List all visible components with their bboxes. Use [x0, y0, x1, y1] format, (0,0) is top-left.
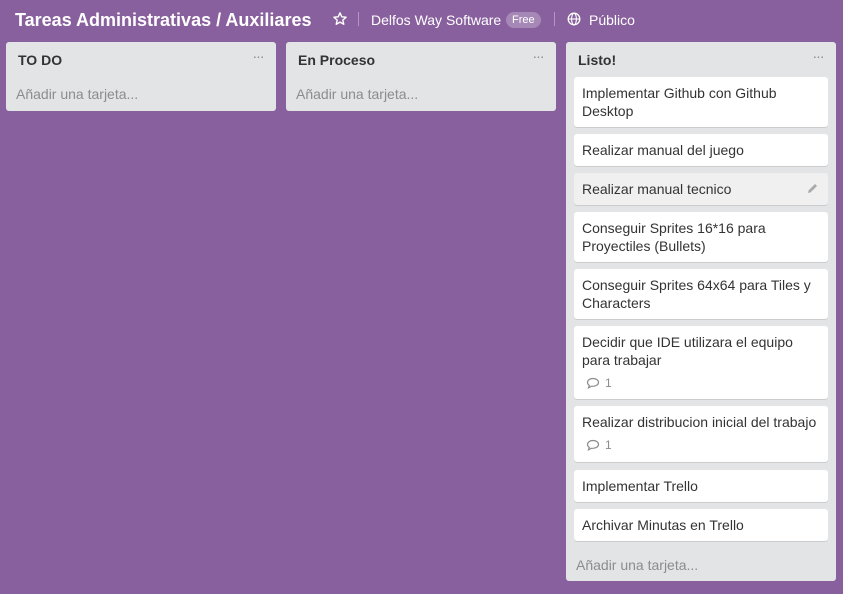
list-card[interactable]: Realizar manual del juego	[574, 134, 828, 166]
pencil-icon[interactable]	[807, 183, 818, 194]
team-name-link[interactable]: Delfos Way Software	[371, 11, 501, 29]
ellipsis-icon[interactable]: ···	[250, 49, 266, 65]
ellipsis-icon[interactable]: ···	[530, 49, 546, 65]
card-title: Implementar Github con Github Desktop	[582, 85, 777, 119]
comment-icon	[586, 377, 600, 389]
comment-count: 1	[605, 376, 612, 390]
card-title: Realizar manual del juego	[582, 142, 744, 158]
add-card-button[interactable]: Añadir una tarjeta...	[16, 86, 138, 102]
list-header: Listo! ···	[566, 42, 836, 76]
globe-icon[interactable]	[567, 12, 581, 26]
card-title: Realizar distribucion inicial del trabaj…	[582, 414, 817, 430]
list-todo: TO DO ··· Añadir una tarjeta...	[6, 42, 276, 111]
list-card[interactable]: Conseguir Sprites 64x64 para Tiles y Cha…	[574, 269, 828, 319]
list-card[interactable]: Realizar manual tecnico	[574, 173, 828, 205]
list-en-proceso: En Proceso ··· Añadir una tarjeta...	[286, 42, 556, 111]
board-header: Tareas Administrativas / Auxiliares Delf…	[0, 0, 843, 40]
star-icon[interactable]	[332, 11, 348, 27]
card-title: Realizar manual tecnico	[582, 181, 732, 197]
card-title: Decidir que IDE utilizara el equipo para…	[582, 334, 793, 368]
list-card[interactable]: Implementar Trello	[574, 470, 828, 502]
add-card-button[interactable]: Añadir una tarjeta...	[296, 86, 418, 102]
card-title: Archivar Minutas en Trello	[582, 517, 744, 533]
add-card-button[interactable]: Añadir una tarjeta...	[576, 557, 698, 573]
list-card[interactable]: Archivar Minutas en Trello	[574, 509, 828, 541]
comment-count: 1	[605, 438, 612, 452]
list-title[interactable]: En Proceso	[298, 52, 375, 68]
list-card[interactable]: Implementar Github con Github Desktop	[574, 77, 828, 127]
comment-icon	[586, 439, 600, 451]
ellipsis-icon[interactable]: ···	[810, 49, 826, 65]
list-title[interactable]: Listo!	[578, 52, 616, 68]
list-listo: Listo! ··· Implementar Github con Github…	[566, 42, 836, 581]
list-card[interactable]: Realizar distribucion inicial del trabaj…	[574, 406, 828, 462]
card-title: Conseguir Sprites 64x64 para Tiles y Cha…	[582, 277, 811, 311]
plan-badge: Free	[506, 12, 541, 28]
list-header: TO DO ···	[6, 42, 276, 76]
list-card[interactable]: Conseguir Sprites 16*16 para Proyectiles…	[574, 212, 828, 262]
card-title: Conseguir Sprites 16*16 para Proyectiles…	[582, 220, 766, 254]
list-header: En Proceso ···	[286, 42, 556, 76]
comment-badge: 1	[582, 374, 820, 392]
board-title[interactable]: Tareas Administrativas / Auxiliares	[15, 9, 311, 31]
list-card[interactable]: Decidir que IDE utilizara el equipo para…	[574, 326, 828, 399]
card-title: Implementar Trello	[582, 478, 698, 494]
list-title[interactable]: TO DO	[18, 52, 62, 68]
comment-badge: 1	[582, 436, 820, 454]
header-divider	[358, 12, 359, 26]
header-divider	[554, 12, 555, 26]
visibility-button[interactable]: Público	[589, 11, 635, 29]
